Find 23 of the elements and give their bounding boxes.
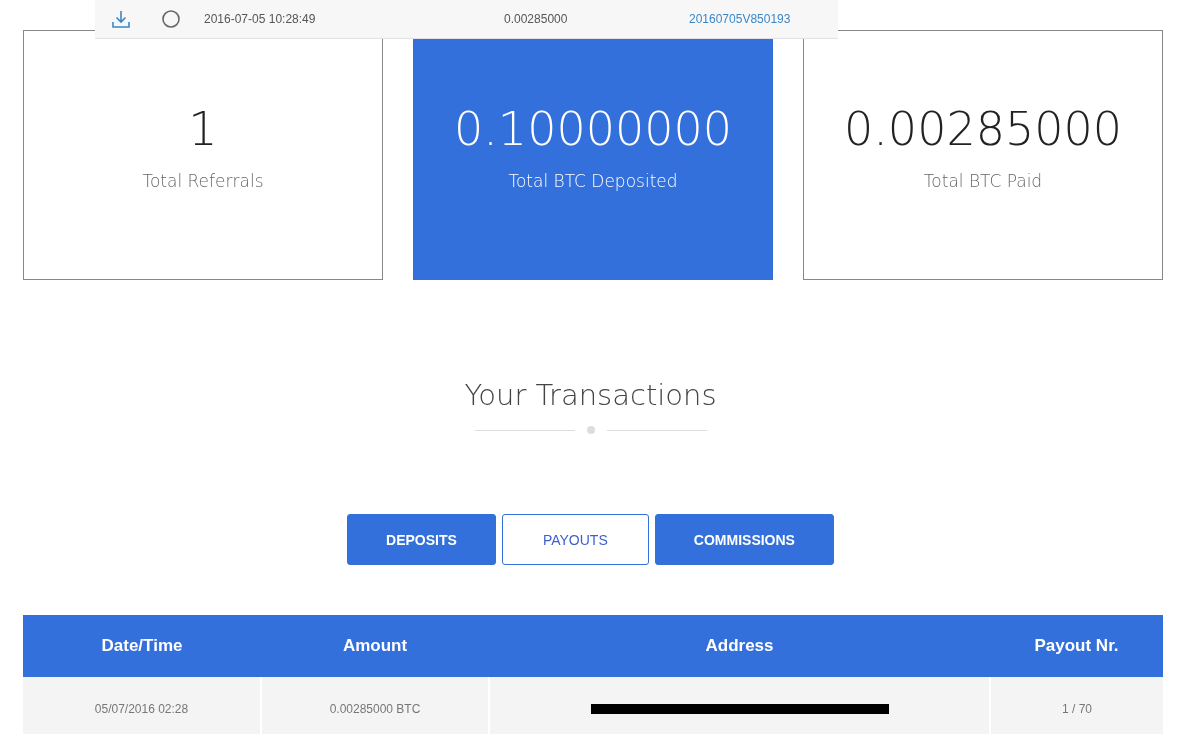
download-icon[interactable]: [111, 9, 131, 29]
column-header: Date/Time: [23, 615, 261, 677]
column-header: Address: [489, 615, 990, 677]
stat-value: 0.00285000: [844, 101, 1122, 157]
tab[interactable]: COMMISSIONS: [654, 514, 834, 565]
stat-value: 0.10000000: [454, 101, 732, 157]
radio-icon[interactable]: [161, 9, 181, 29]
tab[interactable]: DEPOSITS: [347, 514, 496, 565]
divider-dot: [586, 426, 595, 434]
stat-label: Total BTC Paid: [923, 171, 1043, 191]
column-header: Payout Nr.: [990, 615, 1163, 677]
tab[interactable]: PAYOUTS: [501, 514, 649, 565]
stat-label: Total Referrals: [142, 171, 264, 191]
stat-label: Total BTC Deposited: [508, 171, 678, 191]
table-cell: 1 / 70: [990, 677, 1163, 734]
amount: 0.00285000: [504, 12, 569, 26]
timestamp: 2016-07-05 10:28:49: [204, 12, 317, 26]
column-header: Amount: [261, 615, 489, 677]
table-cell: 05/07/2016 02:28: [23, 677, 261, 734]
section-title: Your Transactions: [464, 378, 717, 412]
table-cell: 0.00285000 BTC: [261, 677, 489, 734]
reference-link[interactable]: 20160705V850193: [689, 12, 791, 26]
stat-value: 1: [188, 101, 218, 157]
